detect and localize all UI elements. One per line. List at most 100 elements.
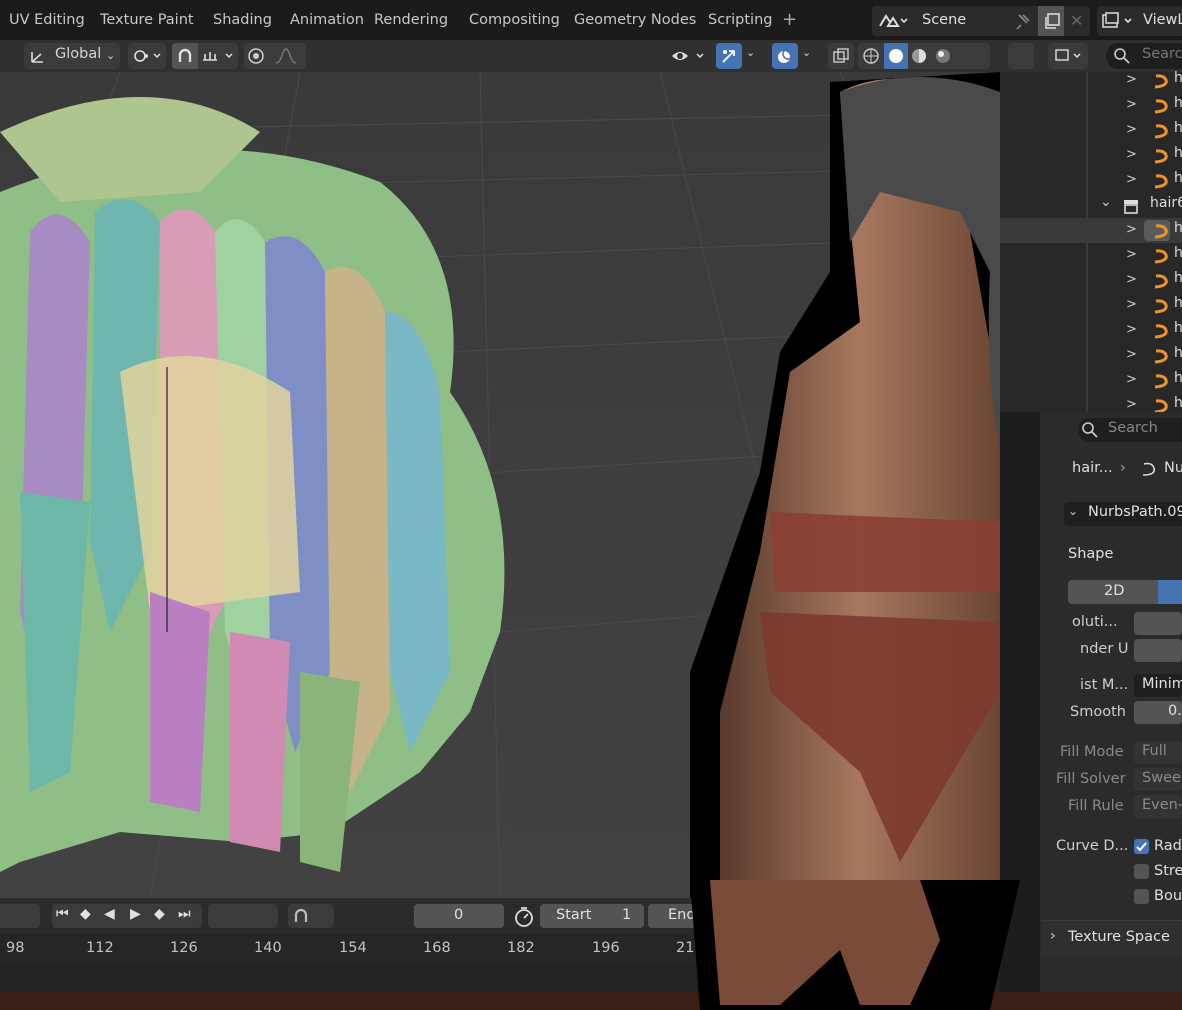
fill-solver-dropdown[interactable]: Sweep [1134, 768, 1182, 791]
resolution-field[interactable] [1134, 612, 1182, 635]
next-keyframe-icon[interactable]: ◆ [154, 906, 165, 922]
pivot-point-dropdown[interactable] [128, 43, 166, 69]
chevron-right-icon[interactable]: > [1126, 172, 1137, 187]
chevron-right-icon[interactable]: > [1126, 322, 1137, 337]
fill-mode-dropdown[interactable]: Full [1134, 741, 1182, 764]
current-frame-field[interactable]: 0 [414, 904, 504, 928]
outliner-item[interactable]: > h [1000, 293, 1182, 318]
chevron-right-icon[interactable]: > [1126, 297, 1137, 312]
datablock-name-field[interactable]: ⌄ NurbsPath.09 [1064, 502, 1182, 526]
filter-button[interactable] [1048, 43, 1088, 69]
curve-icon [1154, 374, 1168, 389]
wireframe-shading-icon[interactable] [862, 47, 880, 65]
chevron-right-icon[interactable]: > [1126, 372, 1137, 387]
outliner-item[interactable]: > h [1000, 143, 1182, 168]
chevron-right-icon[interactable]: > [1126, 122, 1137, 137]
tab-texture-paint[interactable]: Texture Paint [100, 0, 194, 40]
outliner-search-placeholder: Searc [1142, 46, 1182, 62]
outliner-item[interactable]: > h [1000, 368, 1182, 393]
outliner-search-input[interactable]: Searc [1106, 43, 1182, 69]
twist-method-dropdown[interactable]: Minimu [1134, 674, 1182, 697]
ruler-tick: 112 [86, 940, 114, 956]
outliner-collection[interactable]: ⌄ hair6 [1000, 193, 1182, 218]
overlays-toggle[interactable] [772, 43, 798, 69]
outliner-item[interactable]: > h [1000, 243, 1182, 268]
play-icon[interactable]: ▶ [130, 906, 141, 922]
fill-rule-dropdown[interactable]: Even- [1134, 795, 1182, 818]
shading-mode-group[interactable] [858, 43, 990, 69]
snap-toggle[interactable] [172, 43, 238, 69]
3d-viewport[interactable] [0, 72, 1000, 898]
outliner-item[interactable]: > h [1000, 118, 1182, 143]
proportional-editing[interactable] [244, 43, 306, 69]
outliner-item[interactable]: > h [1000, 268, 1182, 293]
check-icon [1136, 842, 1147, 852]
stretch-checkbox[interactable] [1134, 864, 1149, 879]
prev-keyframe-icon[interactable]: ◆ [80, 906, 91, 922]
pin-icon[interactable] [1014, 12, 1032, 30]
item-label: h [1174, 170, 1182, 186]
chevron-right-icon[interactable]: > [1126, 347, 1137, 362]
jump-end-icon[interactable]: ⏭ [178, 906, 191, 922]
chevron-down-icon[interactable]: ⌄ [746, 46, 755, 59]
chevron-down-icon[interactable]: ⌄ [802, 46, 811, 59]
play-reverse-icon[interactable]: ◀ [104, 906, 115, 922]
chevron-down-icon[interactable]: ⌄ [1100, 194, 1112, 210]
material-shading-icon[interactable] [910, 47, 928, 65]
dimension-2d-button[interactable]: 2D [1068, 580, 1158, 604]
radius-checkbox[interactable] [1134, 839, 1149, 854]
jump-start-icon[interactable]: ⏮ [56, 906, 69, 922]
close-icon[interactable]: ✕ [1070, 11, 1083, 30]
item-label: h [1174, 220, 1182, 236]
tab-scripting[interactable]: Scripting [708, 0, 772, 40]
chevron-right-icon[interactable]: > [1126, 97, 1137, 112]
xray-toggle[interactable] [828, 43, 854, 69]
outliner-item[interactable]: > h [1000, 318, 1182, 343]
magnet-button[interactable] [172, 43, 198, 69]
render-u-field[interactable] [1134, 639, 1182, 662]
start-frame-field[interactable]: Start 1 [540, 904, 644, 928]
gizmo-toggle[interactable] [716, 43, 742, 69]
rendered-shading-icon[interactable] [934, 47, 952, 65]
stopwatch-icon[interactable] [513, 906, 535, 928]
visibility-icon[interactable] [670, 46, 710, 66]
tab-geometry-nodes[interactable]: Geometry Nodes [574, 0, 696, 40]
item-label: h [1174, 70, 1182, 86]
chevron-right-icon[interactable]: > [1126, 222, 1137, 237]
outliner-item[interactable]: > h [1000, 343, 1182, 368]
tab-rendering[interactable]: Rendering [374, 0, 448, 40]
properties-search-input[interactable]: Search [1078, 418, 1182, 442]
texture-space-panel-header[interactable]: › Texture Space [1042, 920, 1182, 955]
shape-panel-header[interactable]: Shape [1068, 546, 1113, 562]
outliner-item[interactable]: > h [1000, 93, 1182, 118]
keyframe-type-dropdown[interactable] [0, 904, 40, 928]
chevron-down-icon[interactable]: ⌄ [1068, 504, 1078, 518]
auto-keying-dropdown[interactable] [288, 904, 334, 928]
smooth-field[interactable]: 0. [1134, 701, 1182, 724]
tab-animation[interactable]: Animation [290, 0, 364, 40]
transform-orientation-dropdown[interactable]: Global ⌄ [24, 43, 120, 69]
chevron-right-icon[interactable]: > [1126, 397, 1137, 412]
outliner-item[interactable]: > h [1000, 68, 1182, 93]
bounds-clamp-checkbox[interactable] [1134, 889, 1149, 904]
curve-icon [1154, 224, 1168, 239]
outliner-item-active[interactable]: > h [1000, 218, 1182, 243]
keying-controls[interactable] [208, 904, 278, 928]
chevron-right-icon[interactable]: > [1126, 147, 1137, 162]
new-scene-button[interactable] [1038, 6, 1064, 36]
display-mode-button[interactable] [1008, 43, 1034, 69]
tab-uv-editing[interactable]: UV Editing [9, 0, 85, 40]
view-layer-selector[interactable]: ViewL [1097, 6, 1182, 36]
scene-selector[interactable]: Scene ✕ [872, 6, 1090, 36]
tab-shading[interactable]: Shading [213, 0, 272, 40]
outliner-item[interactable]: > h [1000, 168, 1182, 193]
outliner-item[interactable]: > h [1000, 393, 1182, 412]
tab-compositing[interactable]: Compositing [469, 0, 560, 40]
dimension-3d-button[interactable] [1158, 580, 1182, 604]
chevron-right-icon[interactable]: > [1126, 272, 1137, 287]
item-label: h [1174, 295, 1182, 311]
chevron-right-icon[interactable]: > [1126, 247, 1137, 262]
solid-shading-button[interactable] [884, 43, 908, 69]
chevron-right-icon[interactable]: > [1126, 72, 1137, 87]
add-workspace-button[interactable]: + [782, 0, 797, 40]
